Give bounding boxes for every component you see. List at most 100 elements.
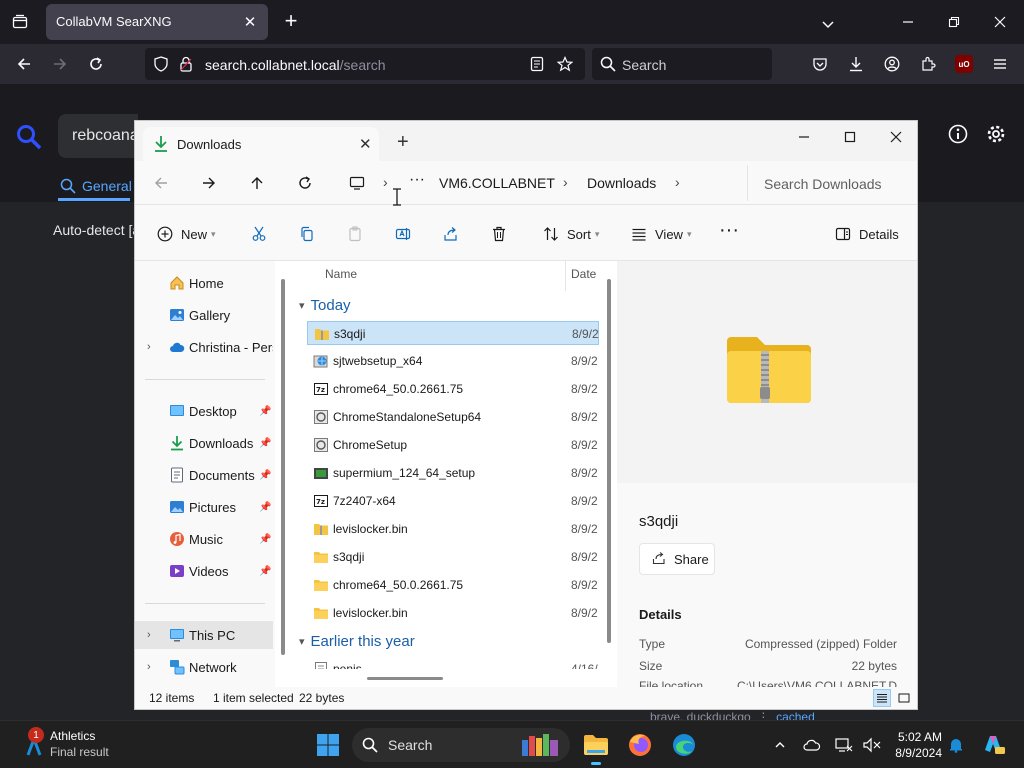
info-icon[interactable] bbox=[948, 124, 968, 147]
notification-bell-icon[interactable] bbox=[946, 735, 966, 755]
monitor-icon[interactable] bbox=[347, 173, 367, 193]
chevron-right-icon[interactable]: › bbox=[563, 174, 568, 190]
up-arrow-icon[interactable] bbox=[247, 173, 267, 193]
shield-icon[interactable] bbox=[153, 56, 169, 75]
reader-view-icon[interactable] bbox=[529, 56, 545, 75]
nav-item-this-pc[interactable]: › This PC bbox=[135, 621, 273, 649]
tab-general[interactable]: General bbox=[82, 178, 132, 194]
group-header-earlier[interactable]: ▾ Earlier this year bbox=[299, 633, 415, 650]
file-row[interactable]: s3qdji 8/9/2 bbox=[307, 545, 599, 569]
file-row[interactable]: s3qdji 8/9/2 bbox=[307, 321, 599, 345]
file-list-vertical-scrollbar[interactable] bbox=[607, 279, 611, 643]
file-list-horizontal-scrollbar[interactable] bbox=[367, 677, 443, 680]
searxng-logo-icon[interactable] bbox=[16, 124, 42, 153]
chevron-right-icon[interactable]: › bbox=[147, 629, 151, 641]
nav-item-documents[interactable]: Documents 📌 bbox=[135, 461, 273, 489]
lock-icon[interactable] bbox=[179, 56, 193, 75]
system-clock[interactable]: 5:02 AM 8/9/2024 bbox=[892, 729, 942, 761]
file-explorer-taskbar-icon[interactable] bbox=[580, 729, 612, 765]
restore-icon[interactable] bbox=[942, 10, 966, 34]
reload-icon[interactable] bbox=[84, 52, 108, 76]
nav-item-desktop[interactable]: Desktop 📌 bbox=[135, 397, 273, 425]
chevron-down-icon[interactable] bbox=[816, 12, 840, 36]
close-window-icon[interactable] bbox=[881, 125, 911, 149]
copy-button[interactable] bbox=[297, 223, 323, 245]
forward-arrow-icon[interactable] bbox=[199, 173, 219, 193]
downloads-icon[interactable] bbox=[844, 52, 868, 76]
paste-button[interactable] bbox=[345, 223, 371, 245]
onedrive-cloud-icon[interactable] bbox=[802, 735, 822, 755]
settings-gear-icon[interactable] bbox=[986, 124, 1006, 147]
taskbar-search-box[interactable]: Search bbox=[352, 728, 570, 762]
chevron-right-icon[interactable]: › bbox=[383, 174, 388, 190]
close-window-icon[interactable] bbox=[988, 10, 1012, 34]
nav-item-network[interactable]: › Network bbox=[135, 653, 273, 681]
chevron-right-icon[interactable]: › bbox=[147, 341, 151, 353]
nav-item-videos[interactable]: Videos 📌 bbox=[135, 557, 273, 585]
close-tab-icon[interactable]: ✕ bbox=[240, 12, 260, 32]
see-more-ellipsis-icon[interactable]: ··· bbox=[719, 219, 739, 241]
column-header-date[interactable]: Date bbox=[571, 267, 596, 281]
file-row[interactable]: supermium_124_64_setup 8/9/2 bbox=[307, 461, 599, 485]
language-autodetect[interactable]: Auto-detect [a bbox=[53, 222, 140, 238]
details-view-icon[interactable] bbox=[873, 689, 891, 707]
rename-button[interactable] bbox=[393, 223, 419, 245]
minimize-icon[interactable] bbox=[789, 125, 819, 149]
large-icons-view-icon[interactable] bbox=[895, 689, 913, 707]
windows-start-icon[interactable] bbox=[316, 733, 340, 757]
cut-button[interactable] bbox=[249, 223, 275, 245]
file-row[interactable]: levislocker.bin 8/9/2 bbox=[307, 517, 599, 541]
nav-item-home[interactable]: Home bbox=[135, 269, 273, 297]
group-header-today[interactable]: ▾ Today bbox=[299, 297, 351, 314]
explorer-search-input[interactable]: Search Downloads bbox=[747, 165, 917, 201]
file-row[interactable]: 7z chrome64_50.0.2661.75 8/9/2 bbox=[307, 377, 599, 401]
file-row[interactable]: sjtwebsetup_x64 8/9/2 bbox=[307, 349, 599, 373]
tab-list-icon[interactable] bbox=[8, 10, 32, 34]
minimize-icon[interactable] bbox=[896, 10, 920, 34]
account-icon[interactable] bbox=[880, 52, 904, 76]
breadcrumb-computer[interactable]: VM6.COLLABNET bbox=[439, 175, 555, 191]
file-row[interactable]: 7z 7z2407-x64 8/9/2 bbox=[307, 489, 599, 513]
widgets-button[interactable]: 1 Athletics Final result bbox=[20, 727, 160, 763]
delete-button[interactable] bbox=[489, 223, 515, 245]
copilot-icon[interactable] bbox=[980, 731, 1006, 757]
chevron-right-icon[interactable]: › bbox=[147, 661, 151, 673]
forward-arrow-icon[interactable] bbox=[48, 52, 72, 76]
file-row[interactable]: penis 4/16/ bbox=[307, 657, 599, 669]
nav-item-downloads[interactable]: Downloads 📌 bbox=[135, 429, 273, 457]
maximize-icon[interactable] bbox=[835, 125, 865, 149]
file-row[interactable]: ChromeStandaloneSetup64 8/9/2 bbox=[307, 405, 599, 429]
refresh-icon[interactable] bbox=[295, 173, 315, 193]
chevron-up-icon[interactable] bbox=[770, 735, 790, 755]
edge-taskbar-icon[interactable] bbox=[668, 729, 700, 761]
nav-item-pictures[interactable]: Pictures 📌 bbox=[135, 493, 273, 521]
firefox-taskbar-icon[interactable] bbox=[624, 729, 656, 761]
url-bar[interactable]: search.collabnet.local/search bbox=[145, 48, 585, 80]
nav-scrollbar[interactable] bbox=[281, 279, 285, 655]
file-row[interactable]: chrome64_50.0.2661.75 8/9/2 bbox=[307, 573, 599, 597]
nav-item-music[interactable]: Music 📌 bbox=[135, 525, 273, 553]
browser-search-bar[interactable]: Search bbox=[592, 48, 772, 80]
extensions-icon[interactable] bbox=[916, 52, 940, 76]
detail-share-button[interactable]: Share bbox=[639, 543, 715, 575]
breadcrumb-downloads[interactable]: Downloads bbox=[587, 175, 656, 191]
nav-item-gallery[interactable]: Gallery bbox=[135, 301, 273, 329]
nav-item-onedrive[interactable]: › Christina - Perso bbox=[135, 333, 273, 361]
searxng-search-input[interactable]: rebcoana bbox=[58, 114, 139, 158]
new-tab-button[interactable]: + bbox=[280, 10, 302, 34]
back-arrow-icon[interactable] bbox=[12, 52, 36, 76]
column-header-name[interactable]: Name bbox=[325, 267, 357, 281]
share-button[interactable] bbox=[441, 223, 467, 245]
back-arrow-icon[interactable] bbox=[151, 173, 171, 193]
menu-hamburger-icon[interactable] bbox=[988, 52, 1012, 76]
browser-tab[interactable]: CollabVM SearXNG ✕ bbox=[46, 4, 268, 40]
explorer-tab[interactable]: Downloads ✕ bbox=[143, 127, 379, 161]
more-ellipsis-icon[interactable]: ··· bbox=[409, 171, 425, 189]
ublock-origin-icon[interactable]: uO bbox=[952, 52, 976, 76]
pocket-icon[interactable] bbox=[808, 52, 832, 76]
network-status-icon[interactable] bbox=[834, 735, 854, 755]
bookmark-star-icon[interactable] bbox=[556, 56, 574, 75]
sort-button[interactable]: Sort ▾ bbox=[541, 223, 599, 245]
details-pane-button[interactable]: Details bbox=[833, 223, 899, 245]
file-row[interactable]: levislocker.bin 8/9/2 bbox=[307, 601, 599, 625]
